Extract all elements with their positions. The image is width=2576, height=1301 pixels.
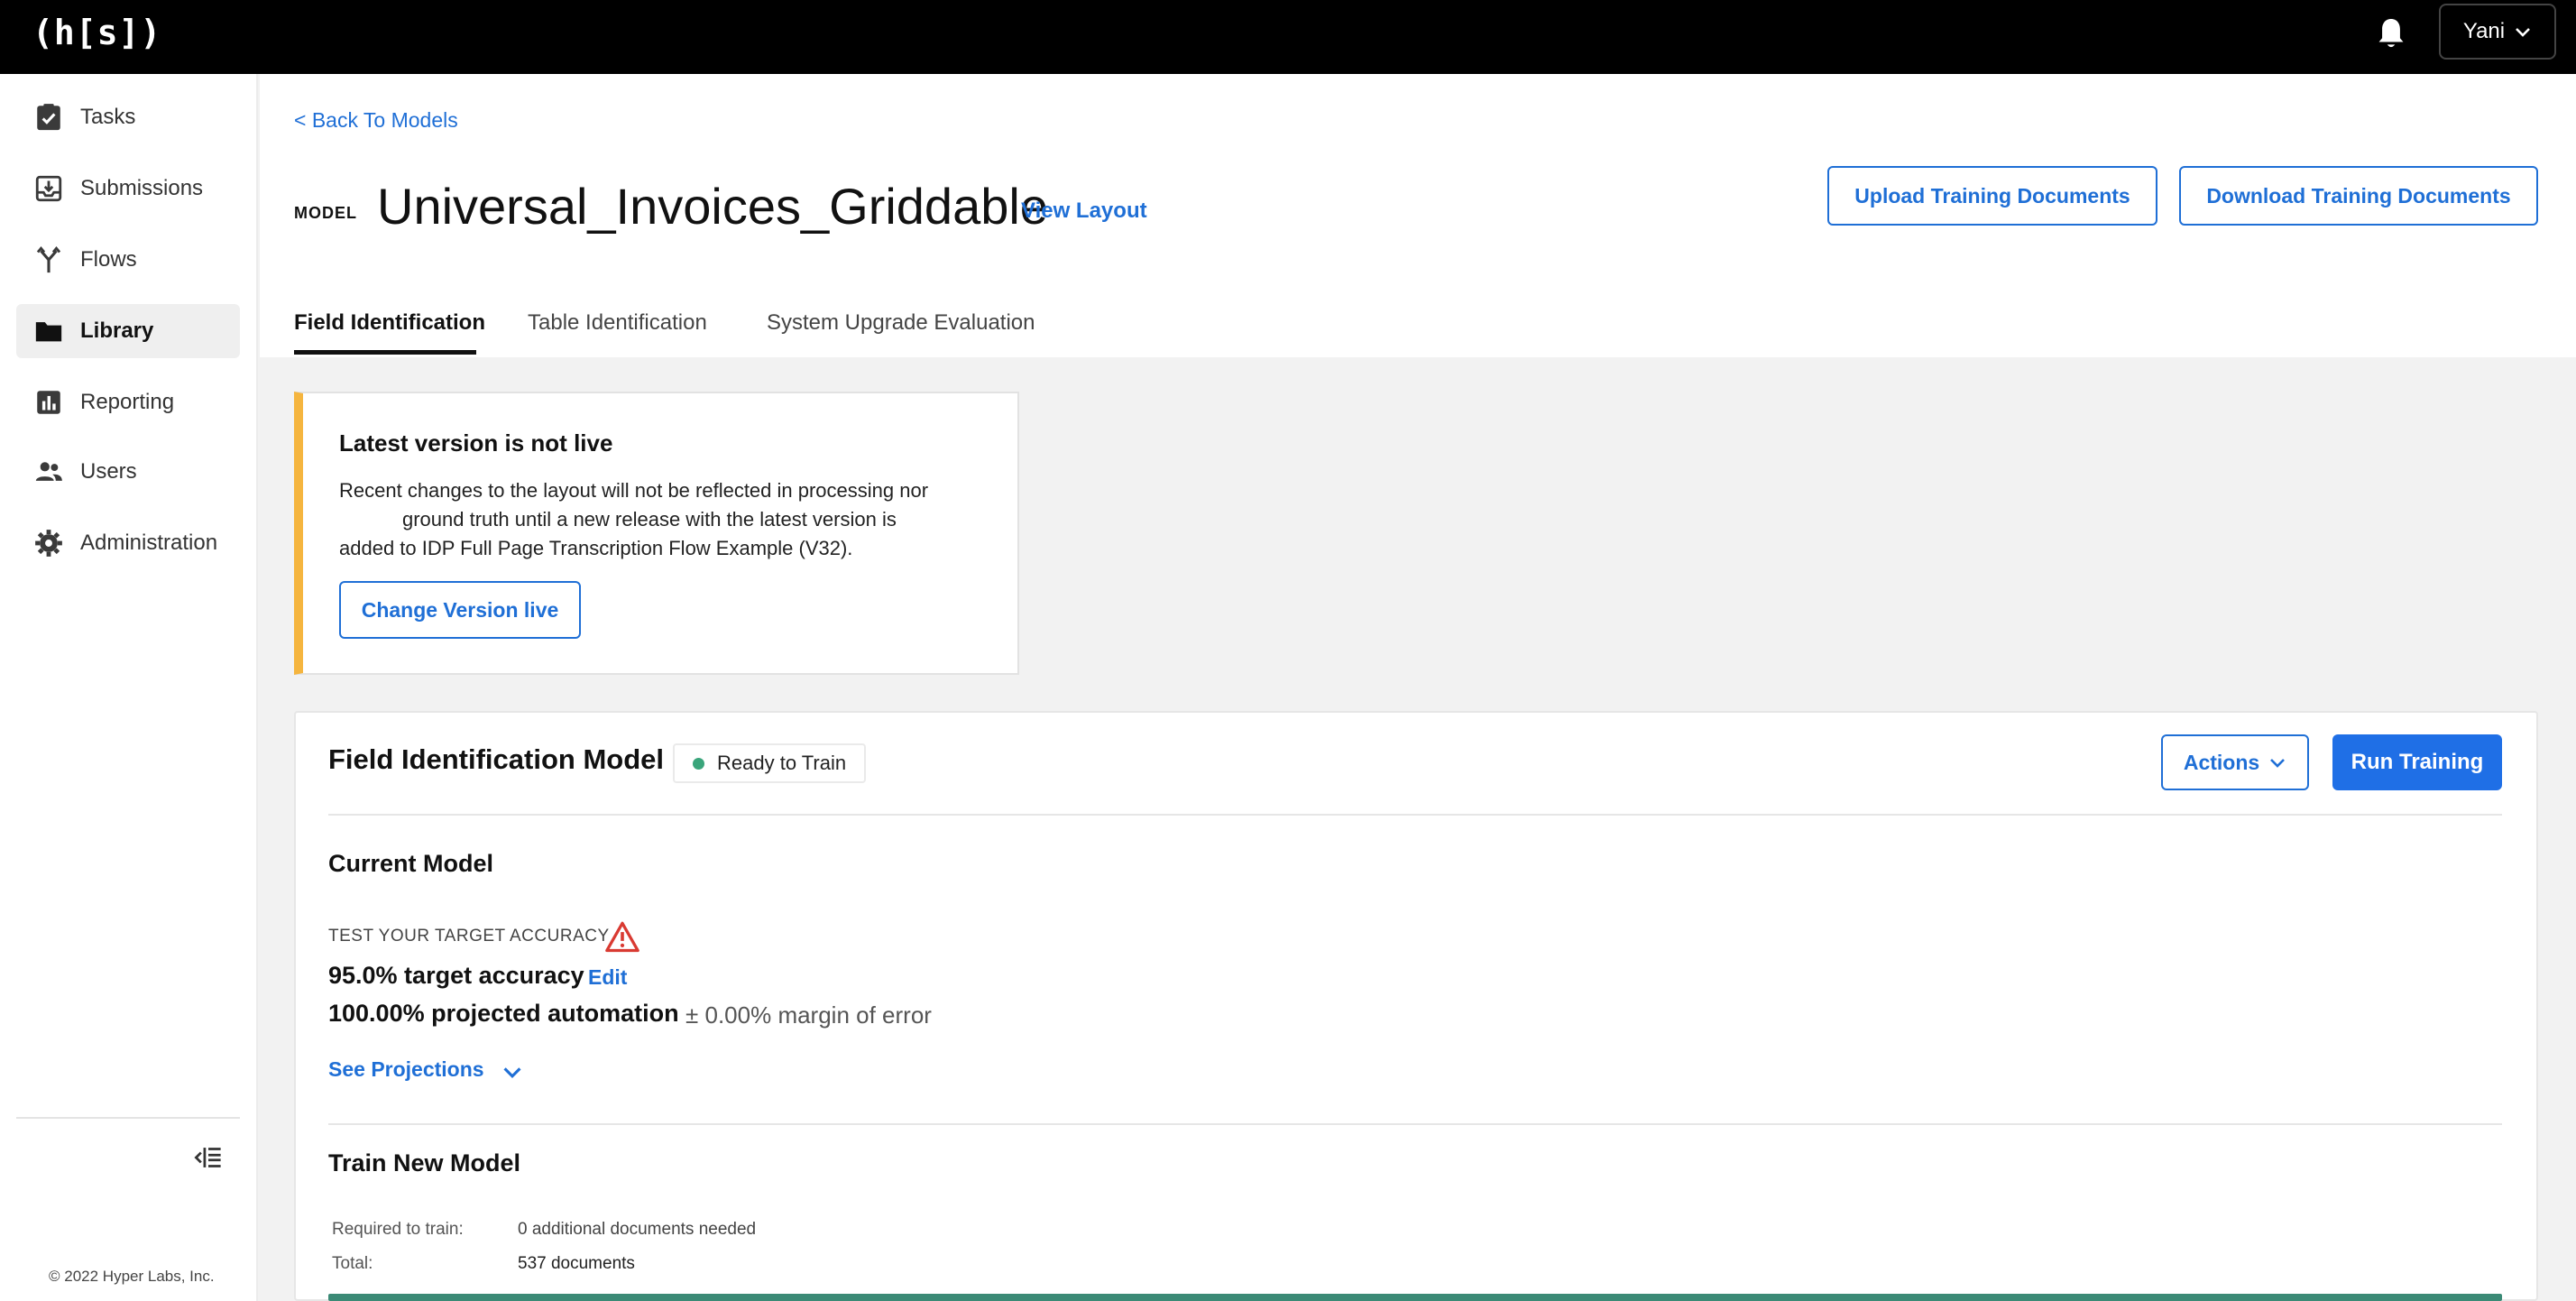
sidebar-item-reporting[interactable]: Reporting (16, 375, 240, 429)
chevron-down-icon (2270, 759, 2286, 768)
active-tab-indicator (294, 350, 476, 355)
sidebar-divider (16, 1117, 240, 1119)
model-card-title: Field Identification Model (328, 743, 664, 775)
chevron-down-icon (2516, 28, 2531, 37)
sidebar-item-label: Library (80, 318, 154, 343)
warning-triangle-icon (605, 921, 639, 953)
inbox-download-icon (32, 172, 65, 205)
required-to-train-label: Required to train: (332, 1220, 464, 1239)
status-badge: Ready to Train (673, 743, 867, 783)
back-to-models-link[interactable]: < Back To Models (294, 108, 458, 133)
change-version-live-button[interactable]: Change Version live (339, 581, 581, 639)
user-menu-button[interactable]: Yani (2439, 4, 2556, 60)
projected-automation: 100.00% projected automation (328, 1000, 679, 1027)
flow-branch-icon (32, 244, 65, 276)
margin-of-error: ± 0.00% margin of error (685, 1001, 932, 1029)
sidebar-item-tasks[interactable]: Tasks (16, 90, 240, 144)
warning-line: ground truth until a new release with th… (402, 508, 897, 531)
copyright-text: © 2022 Hyper Labs, Inc. (49, 1268, 215, 1285)
top-bar: (h[s]) Yani (0, 0, 2576, 74)
warning-title: Latest version is not live (339, 429, 613, 457)
user-name: Yani (2462, 19, 2506, 43)
warning-line: Recent changes to the layout will not be… (339, 479, 929, 502)
sidebar-item-flows[interactable]: Flows (16, 233, 240, 287)
status-dot (693, 757, 704, 770)
bell-icon[interactable] (2376, 16, 2406, 52)
sidebar-item-label: Flows (80, 247, 137, 272)
train-new-model-title: Train New Model (328, 1149, 521, 1176)
sidebar-item-label: Users (80, 459, 137, 484)
sidebar-item-label: Reporting (80, 390, 175, 414)
test-target-accuracy-label: TEST YOUR TARGET ACCURACY (328, 927, 610, 946)
app-logo[interactable]: (h[s]) (32, 13, 161, 52)
bar-chart-icon (32, 386, 65, 419)
folder-icon (32, 315, 65, 347)
collapse-sidebar-icon[interactable] (193, 1144, 224, 1171)
download-training-documents-button[interactable]: Download Training Documents (2179, 166, 2538, 226)
target-accuracy: 95.0% target accuracy (328, 962, 584, 989)
actions-dropdown-button[interactable]: Actions (2161, 734, 2309, 790)
users-icon (32, 456, 65, 488)
warning-message: Recent changes to the layout will not be… (339, 476, 998, 563)
sidebar-item-label: Administration (80, 531, 218, 555)
run-training-button[interactable]: Run Training (2332, 734, 2502, 790)
tab-system-upgrade-evaluation[interactable]: System Upgrade Evaluation (767, 310, 1035, 336)
current-model-title: Current Model (328, 850, 494, 877)
sidebar-item-users[interactable]: Users (16, 445, 240, 499)
sidebar-item-label: Tasks (80, 105, 136, 129)
page-title: Universal_Invoices_Griddable (377, 178, 1048, 235)
total-value: 537 documents (518, 1254, 635, 1273)
section-divider (328, 1123, 2502, 1125)
sidebar-item-label: Submissions (80, 176, 204, 200)
see-projections-toggle[interactable]: See Projections (328, 1057, 484, 1082)
sidebar-item-submissions[interactable]: Submissions (16, 161, 240, 216)
tab-table-identification[interactable]: Table Identification (528, 310, 707, 336)
total-label: Total: (332, 1254, 373, 1273)
section-divider (328, 814, 2502, 816)
gear-icon (32, 527, 65, 559)
upload-training-documents-button[interactable]: Upload Training Documents (1827, 166, 2157, 226)
training-progress-bar (328, 1294, 2502, 1301)
warning-line: added to IDP Full Page Transcription Flo… (339, 537, 853, 559)
chevron-down-icon[interactable] (501, 1061, 523, 1083)
required-to-train-value: 0 additional documents needed (518, 1220, 757, 1239)
sidebar-item-administration[interactable]: Administration (16, 516, 240, 570)
model-tag: MODEL (294, 204, 357, 222)
clipboard-check-icon (32, 101, 65, 134)
edit-accuracy-link[interactable]: Edit (588, 965, 627, 990)
view-layout-link[interactable]: View Layout (1021, 198, 1147, 224)
status-text: Ready to Train (717, 752, 847, 774)
tab-field-identification[interactable]: Field Identification (294, 310, 485, 336)
actions-label: Actions (2183, 750, 2260, 774)
sidebar-item-library[interactable]: Library (16, 304, 240, 358)
